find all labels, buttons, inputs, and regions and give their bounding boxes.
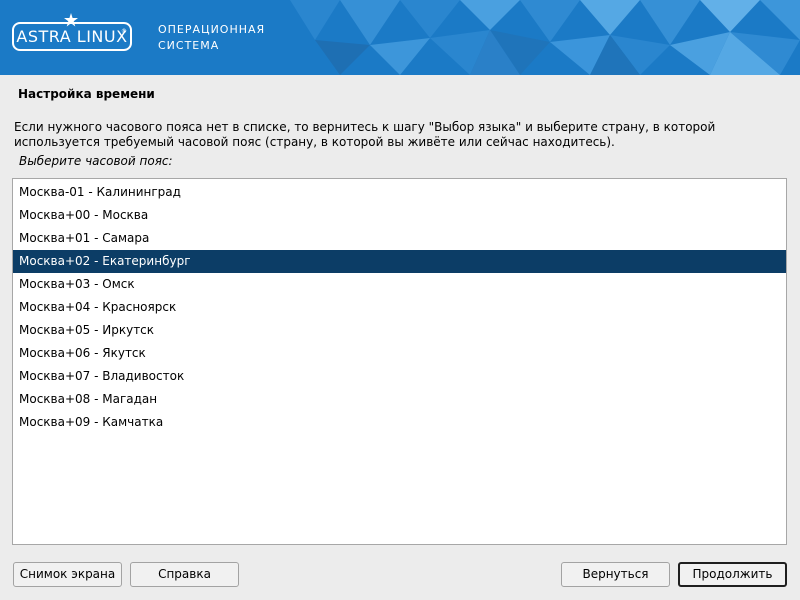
- logo-text: ASTRA LINUX: [16, 27, 128, 46]
- os-subtitle-line1: ОПЕРАЦИОННАЯ: [158, 23, 266, 36]
- timezone-item[interactable]: Москва+04 - Красноярск: [13, 296, 786, 319]
- timezone-prompt: Выберите часовой пояс:: [19, 154, 173, 168]
- timezone-item[interactable]: Москва+07 - Владивосток: [13, 365, 786, 388]
- screenshot-button[interactable]: Снимок экрана: [13, 562, 122, 587]
- installer-content: Настройка времени Если нужного часового …: [0, 75, 800, 600]
- timezone-item[interactable]: Москва+03 - Омск: [13, 273, 786, 296]
- help-button[interactable]: Справка: [130, 562, 239, 587]
- continue-button[interactable]: Продолжить: [678, 562, 787, 587]
- instruction-line-2: используется требуемый часовой пояс (стр…: [14, 135, 615, 149]
- timezone-item[interactable]: Москва+05 - Иркутск: [13, 319, 786, 342]
- timezone-item[interactable]: Москва-01 - Калининград: [13, 181, 786, 204]
- timezone-item[interactable]: Москва+01 - Самара: [13, 227, 786, 250]
- timezone-item[interactable]: Москва+02 - Екатеринбург: [13, 250, 786, 273]
- timezone-item[interactable]: Москва+06 - Якутск: [13, 342, 786, 365]
- timezone-item[interactable]: Москва+00 - Москва: [13, 204, 786, 227]
- timezone-list[interactable]: Москва-01 - Калининград Москва+00 - Москв…: [12, 178, 787, 545]
- back-button[interactable]: Вернуться: [561, 562, 670, 587]
- header-banner: ASTRA LINUX ® ОПЕРАЦИОННАЯ СИСТЕМА: [0, 0, 800, 75]
- logo-registered-mark: ®: [121, 28, 127, 35]
- instruction-text: Если нужного часового пояса нет в списке…: [14, 120, 784, 150]
- os-subtitle-line2: СИСТЕМА: [158, 39, 220, 52]
- page-title: Настройка времени: [18, 87, 155, 101]
- astra-linux-logo: ASTRA LINUX: [12, 22, 132, 51]
- instruction-line-1: Если нужного часового пояса нет в списке…: [14, 120, 716, 134]
- timezone-item[interactable]: Москва+08 - Магадан: [13, 388, 786, 411]
- timezone-item[interactable]: Москва+09 - Камчатка: [13, 411, 786, 434]
